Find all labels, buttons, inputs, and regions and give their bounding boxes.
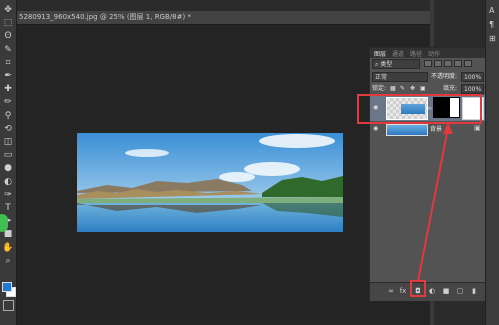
annotation-arrow: [417, 122, 453, 282]
arrow-line: [417, 127, 449, 282]
arrow-head: [443, 122, 453, 134]
